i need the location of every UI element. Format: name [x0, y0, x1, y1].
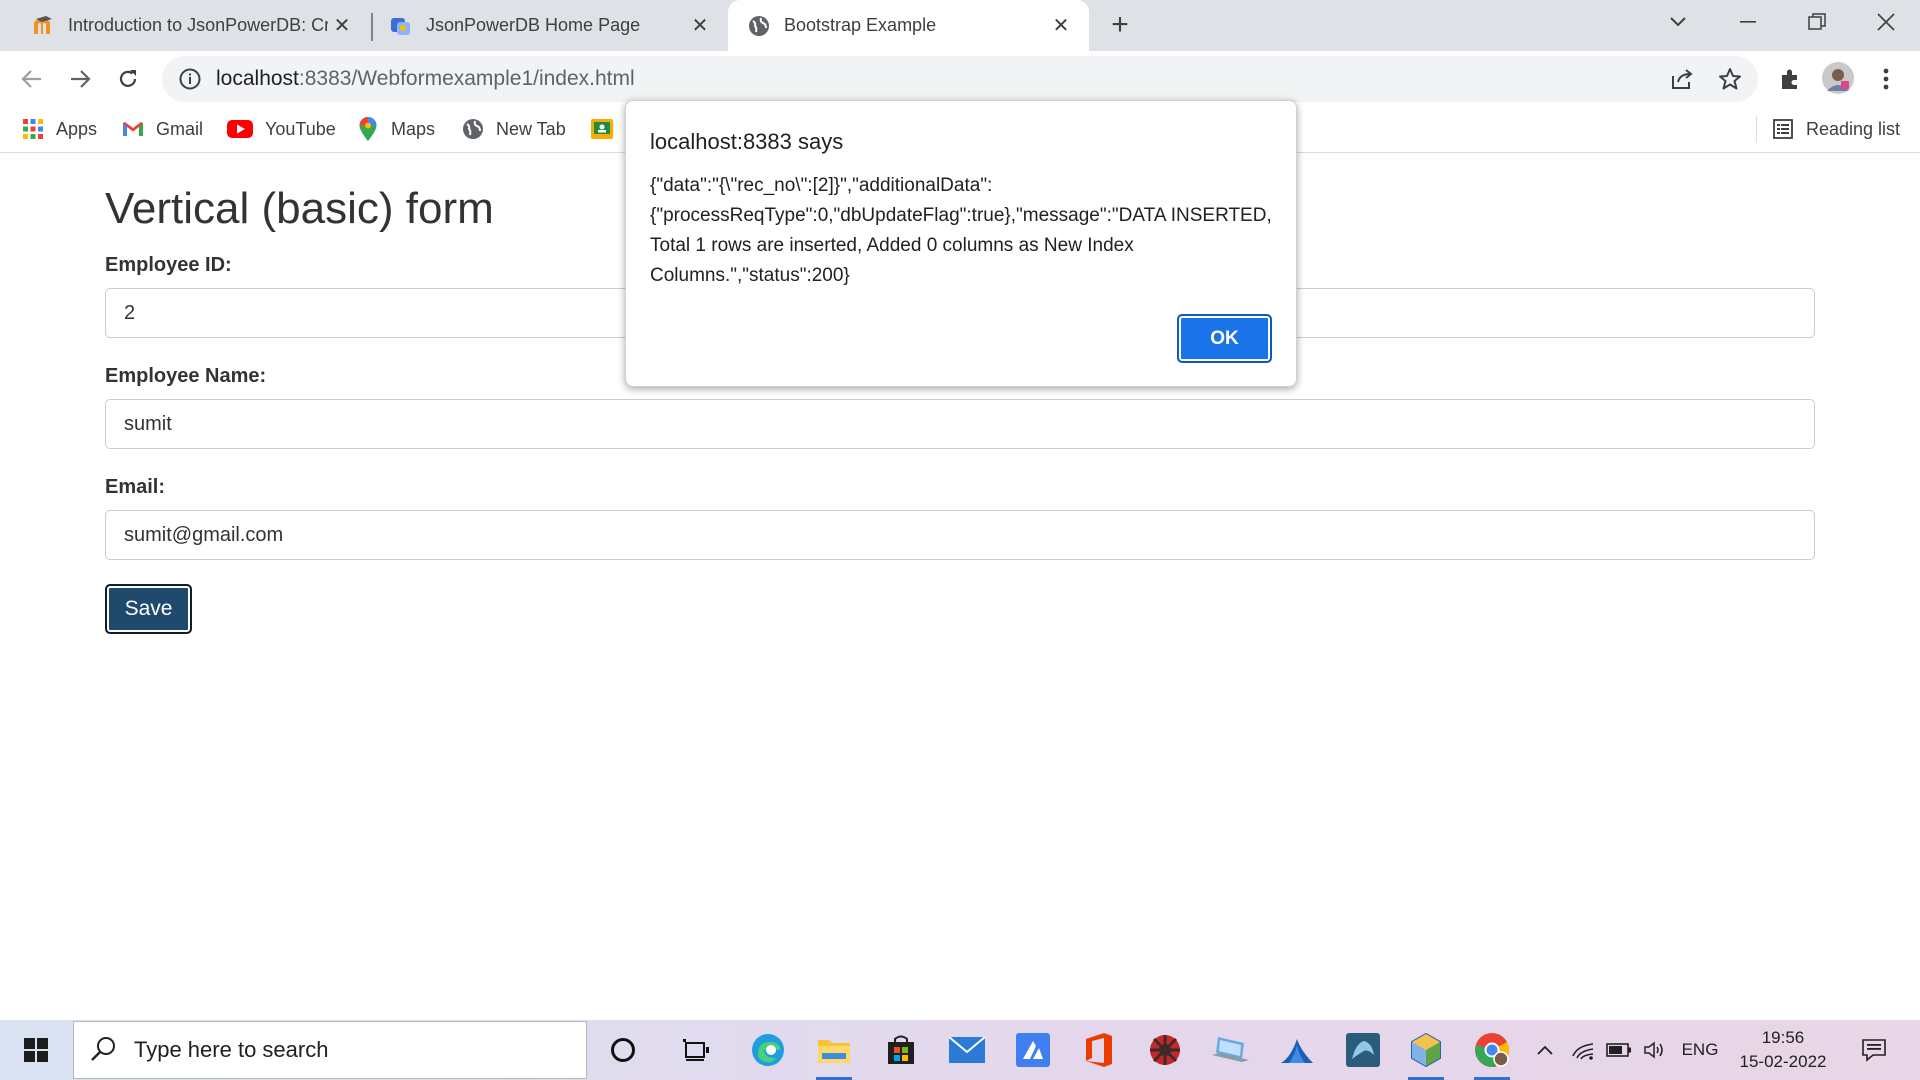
employee-name-input[interactable]: sumit	[105, 399, 1815, 449]
email-input[interactable]: sumit@gmail.com	[105, 510, 1815, 560]
azure-data-studio-icon[interactable]	[1011, 1028, 1055, 1072]
jpdb-icon	[390, 15, 412, 37]
globe-icon	[748, 15, 770, 37]
share-icon[interactable]	[1664, 61, 1700, 97]
bookmark-label: YouTube	[265, 118, 336, 139]
cortana-icon[interactable]	[601, 1028, 645, 1072]
close-window-icon[interactable]	[1852, 0, 1920, 44]
windows-start-icon[interactable]	[0, 1020, 72, 1080]
bookmark-label: Apps	[56, 118, 98, 139]
app-wheel-icon[interactable]	[1143, 1028, 1187, 1072]
tab-title: JsonPowerDB Home Page	[426, 15, 641, 35]
microsoft-store-icon[interactable]	[879, 1028, 923, 1072]
restore-icon[interactable]	[1783, 0, 1851, 44]
dialog-title: localhost:8383 says	[650, 129, 844, 154]
back-icon[interactable]	[14, 61, 50, 97]
tab-title: Introduction to JsonPowerDB: Cr	[68, 15, 328, 35]
windows-taskbar: Type here to search ENG 19:56 15-02-2022	[0, 1020, 1920, 1080]
search-placeholder: Type here to search	[134, 1037, 329, 1062]
clock-time: 19:56	[1761, 1028, 1805, 1047]
mysql-workbench-icon[interactable]	[1341, 1028, 1385, 1072]
gmail-icon	[122, 118, 144, 140]
bookmark-label: New Tab	[496, 118, 566, 139]
site-info-icon[interactable]	[178, 67, 202, 91]
virtualbox-icon[interactable]	[1404, 1028, 1448, 1080]
ok-button[interactable]: OK	[1177, 314, 1272, 363]
reading-list-icon	[1772, 118, 1794, 140]
wifi-icon[interactable]	[1568, 1020, 1598, 1080]
dialog-message: {"data":"{\"rec_no\":[2]}","additionalDa…	[650, 175, 1272, 286]
language-indicator[interactable]: ENG	[1678, 1020, 1722, 1080]
moodle-icon	[32, 15, 54, 37]
bookmark-new-tab[interactable]: New Tab	[462, 115, 566, 143]
employee-id-label: Employee ID:	[105, 254, 232, 276]
search-icon	[90, 1035, 120, 1065]
youtube-icon	[227, 118, 253, 140]
volume-icon[interactable]	[1640, 1020, 1670, 1080]
email-label: Email:	[105, 476, 166, 498]
close-tab-icon[interactable]: ✕	[686, 12, 714, 40]
new-tab-button[interactable]: +	[1104, 10, 1136, 42]
address-bar[interactable]: localhost:8383/Webformexample1/index.htm…	[162, 56, 1758, 102]
save-button[interactable]: Save	[105, 584, 192, 634]
show-hidden-icons-chevron-icon[interactable]	[1530, 1020, 1560, 1080]
bookmark-maps[interactable]: Maps	[357, 115, 435, 143]
office-icon[interactable]	[1077, 1028, 1121, 1072]
url-host: localhost	[216, 67, 299, 90]
tab-search-chevron-icon[interactable]	[1644, 0, 1712, 44]
tab-title: Bootstrap Example	[784, 15, 937, 35]
close-tab-icon[interactable]: ✕	[328, 12, 356, 40]
task-view-icon[interactable]	[674, 1028, 718, 1072]
forward-icon[interactable]	[62, 61, 98, 97]
bookmark-gmail[interactable]: Gmail	[122, 115, 203, 143]
edge-icon[interactable]	[746, 1028, 790, 1072]
menu-kebab-icon[interactable]	[1868, 61, 1904, 97]
tab-strip: Introduction to JsonPowerDB: Cr ✕ JsonPo…	[0, 0, 1920, 51]
chrome-icon[interactable]	[1470, 1028, 1514, 1080]
taskbar-clock[interactable]: 19:56 15-02-2022	[1728, 1026, 1838, 1074]
reload-icon[interactable]	[110, 61, 146, 97]
file-explorer-icon[interactable]	[812, 1028, 856, 1080]
mail-icon[interactable]	[945, 1028, 989, 1072]
clock-date: 15-02-2022	[1739, 1052, 1827, 1071]
url-path: :8383/Webformexample1/index.html	[298, 67, 635, 90]
reading-list-label: Reading list	[1806, 118, 1901, 139]
classroom-icon	[591, 118, 613, 140]
bookmark-separator	[1756, 116, 1757, 142]
battery-icon[interactable]	[1604, 1020, 1634, 1080]
close-tab-icon[interactable]: ✕	[1047, 12, 1075, 40]
apps-grid-icon	[22, 118, 44, 140]
tab-jsonpowerdb[interactable]: JsonPowerDB Home Page ✕	[358, 0, 728, 51]
page-title: Vertical (basic) form	[105, 184, 494, 233]
bookmark-label: Gmail	[156, 118, 204, 139]
tab-introduction[interactable]: Introduction to JsonPowerDB: Cr ✕	[0, 0, 370, 51]
taskbar-search-box[interactable]: Type here to search	[73, 1021, 587, 1079]
minimize-icon[interactable]	[1714, 0, 1782, 44]
profile-avatar[interactable]	[1820, 60, 1856, 96]
alert-dialog: localhost:8383 says {"data":"{\"rec_no\"…	[625, 100, 1297, 387]
reading-list-button[interactable]: Reading list	[1772, 115, 1900, 143]
maps-icon	[357, 117, 379, 141]
url-text: localhost:8383/Webformexample1/index.htm…	[216, 67, 635, 91]
tab-bootstrap-example[interactable]: Bootstrap Example ✕	[728, 0, 1089, 51]
bookmark-label: Maps	[391, 118, 436, 139]
shark-app-icon[interactable]	[1275, 1028, 1319, 1072]
employee-name-label: Employee Name:	[105, 365, 267, 387]
extensions-icon[interactable]	[1772, 61, 1808, 97]
bookmark-apps[interactable]: Apps	[22, 115, 97, 143]
laptop-app-icon[interactable]	[1209, 1028, 1253, 1072]
bookmark-classroom[interactable]	[591, 115, 625, 143]
bookmark-star-icon[interactable]	[1712, 61, 1748, 97]
browser-toolbar: localhost:8383/Webformexample1/index.htm…	[0, 51, 1920, 105]
bookmark-youtube[interactable]: YouTube	[227, 115, 336, 143]
globe-icon	[462, 118, 484, 140]
notifications-icon[interactable]	[1854, 1020, 1894, 1080]
